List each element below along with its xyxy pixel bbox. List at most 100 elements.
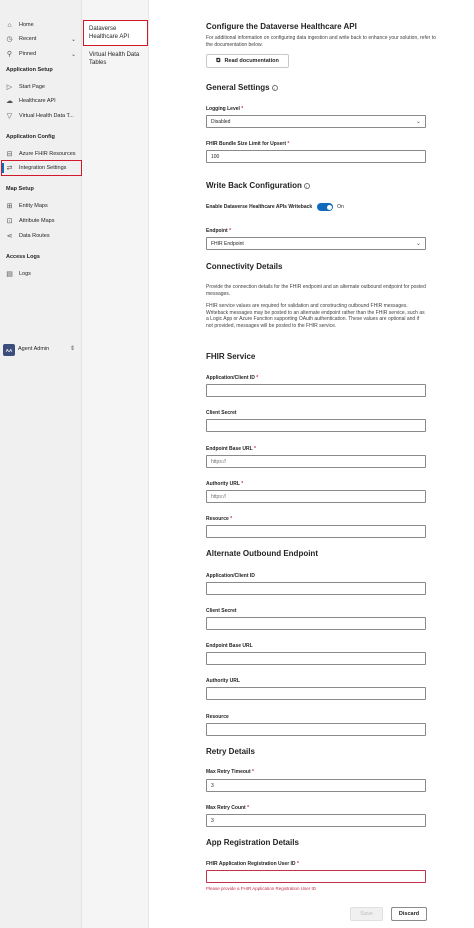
filter-icon: ▽ [6,112,13,120]
bundle-size-input[interactable]: 100 [206,150,426,163]
chevron-down-icon: ⌄ [415,119,421,125]
nav-attribute-maps[interactable]: ⊡ Attribute Maps [0,214,82,228]
discard-button[interactable]: Discard [391,907,427,921]
fhir-app-id-input[interactable] [206,384,426,397]
retry-details-heading: Retry Details [206,747,255,756]
alt-client-secret-input[interactable] [206,617,426,630]
fhir-base-url-label: Endpoint Base URL * [206,446,256,452]
fhir-resource-input[interactable] [206,525,426,538]
nav-start-page[interactable]: ▷ Start Page [0,80,82,94]
nav-home[interactable]: ⌂ Home [0,18,82,32]
info-icon[interactable]: i [303,182,310,189]
clock-icon: ◷ [6,35,13,43]
endpoint-label: Endpoint * [206,228,231,234]
writeback-toggle-label: Enable Dataverse Healthcare APIs Writeba… [206,204,313,210]
nav-integration-settings-label: Integration Settings [19,165,67,171]
writeback-toggle[interactable] [317,203,334,211]
read-documentation-button[interactable]: ⧉ Read documentation [206,54,289,68]
nav-integration-settings[interactable]: ⇄ Integration Settings [0,161,82,175]
fhir-authority-url-placeholder: https:// [211,493,227,500]
alt-client-secret-label: Client Secret [206,608,237,614]
alt-resource-input[interactable] [206,723,426,736]
required-marker: * [296,861,299,867]
nav-pinned-label: Pinned [19,51,37,57]
chevron-down-icon: ⌄ [415,241,421,247]
nav-azure-fhir[interactable]: ⊟ Azure FHIR Resources [0,147,82,161]
endpoint-select[interactable]: FHIR Endpoint ⌄ [206,237,426,250]
attribute-icon: ⊡ [6,217,13,225]
app-reg-user-id-error: Please provide a FHIR Application Regist… [206,886,317,891]
nav-logs[interactable]: ▤ Logs [0,267,82,281]
general-settings-heading: General Settings i [206,83,278,92]
required-marker: * [256,375,259,381]
app-reg-user-id-text: FHIR Application Registration User ID [206,861,296,867]
required-marker: * [252,769,254,775]
connectivity-para-1: Provide the connection details for the F… [206,284,426,297]
alt-base-url-label: Endpoint Base URL [206,643,253,649]
max-retry-timeout-label: Max Retry Timeout * [206,769,254,775]
required-marker: * [247,805,250,811]
fhir-base-url-input[interactable]: https:// [206,455,426,468]
cloud-icon: ☁ [6,97,13,105]
app-reg-user-id-input[interactable] [206,870,426,883]
endpoint-value: FHIR Endpoint [211,240,244,247]
app-registration-heading: App Registration Details [206,838,299,847]
nav-azure-fhir-label: Azure FHIR Resources [19,151,76,157]
info-icon[interactable]: i [271,84,278,91]
app-reg-user-id-label: FHIR Application Registration User ID * [206,861,299,867]
fhir-base-url-placeholder: https:// [211,458,227,465]
nav-group-app-config: Application Config [6,134,55,140]
alt-app-id-input[interactable] [206,582,426,595]
nav-start-page-label: Start Page [19,84,45,90]
nav-data-routes[interactable]: ⋖ Data Routes [0,229,82,243]
nav-logs-label: Logs [19,271,31,277]
fhir-service-heading: FHIR Service [206,352,256,361]
nav-pinned[interactable]: ⚲ Pinned ⌄ [0,47,82,61]
fhir-client-secret-label: Client Secret [206,410,237,416]
nav-group-app-setup: Application Setup [6,67,53,73]
nav-group-map-setup: Map Setup [6,186,34,192]
nav-virtual-health[interactable]: ▽ Virtual Health Data T... [0,109,82,123]
nav-healthcare-api[interactable]: ☁ Healthcare API [0,94,82,108]
required-marker: * [287,141,290,147]
document-icon: ▤ [6,270,13,278]
save-button[interactable]: Save [350,907,383,921]
nav-recent[interactable]: ◷ Recent ⌄ [0,32,82,46]
subnav-virtual-health-data-tables[interactable]: Virtual Health Data Tables [89,51,144,67]
logging-level-value: Disabled [211,118,231,125]
fhir-authority-url-input[interactable]: https:// [206,490,426,503]
fhir-authority-url-label: Authority URL * [206,481,243,487]
nav-data-routes-label: Data Routes [19,233,50,239]
nav-healthcare-api-label: Healthcare API [19,98,56,104]
max-retry-count-input[interactable]: 3 [206,814,426,827]
required-marker: * [253,446,256,452]
nav-entity-maps[interactable]: ⊞ Entity Maps [0,199,82,213]
max-retry-count-value: 3 [211,817,214,824]
chevron-down-icon[interactable]: ⌄ [71,51,76,58]
endpoint-text: Endpoint [206,228,228,234]
alt-authority-url-input[interactable] [206,687,426,700]
area-switcher-label[interactable]: Agent Admin [18,346,49,352]
avatar[interactable]: AA [3,344,15,356]
alt-base-url-input[interactable] [206,652,426,665]
logging-level-select[interactable]: Disabled ⌄ [206,115,426,128]
left-nav: ⌂ Home ◷ Recent ⌄ ⚲ Pinned ⌄ Application… [0,0,82,928]
fhir-resource-label: Resource * [206,516,232,522]
chevron-up-down-icon[interactable]: ⇕ [70,345,75,352]
page-intro: For additional information on configurin… [206,35,436,48]
max-retry-count-text: Max Retry Count [206,805,246,811]
max-retry-timeout-input[interactable]: 3 [206,779,426,792]
alt-authority-url-label: Authority URL [206,678,240,684]
logging-level-text: Logging Level [206,106,240,112]
fhir-client-secret-input[interactable] [206,419,426,432]
nav-virtual-health-label: Virtual Health Data T... [19,113,74,119]
max-retry-timeout-text: Max Retry Timeout [206,769,251,775]
alternate-endpoint-heading: Alternate Outbound Endpoint [206,549,318,558]
chevron-down-icon[interactable]: ⌄ [71,36,76,43]
subnav-dataverse-healthcare-api[interactable]: Dataverse Healthcare API [89,25,144,41]
alt-resource-label: Resource [206,714,229,720]
connectivity-heading: Connectivity Details [206,262,283,271]
pin-icon: ⚲ [6,50,13,58]
required-marker: * [229,228,232,234]
fhir-base-url-text: Endpoint Base URL [206,446,253,452]
